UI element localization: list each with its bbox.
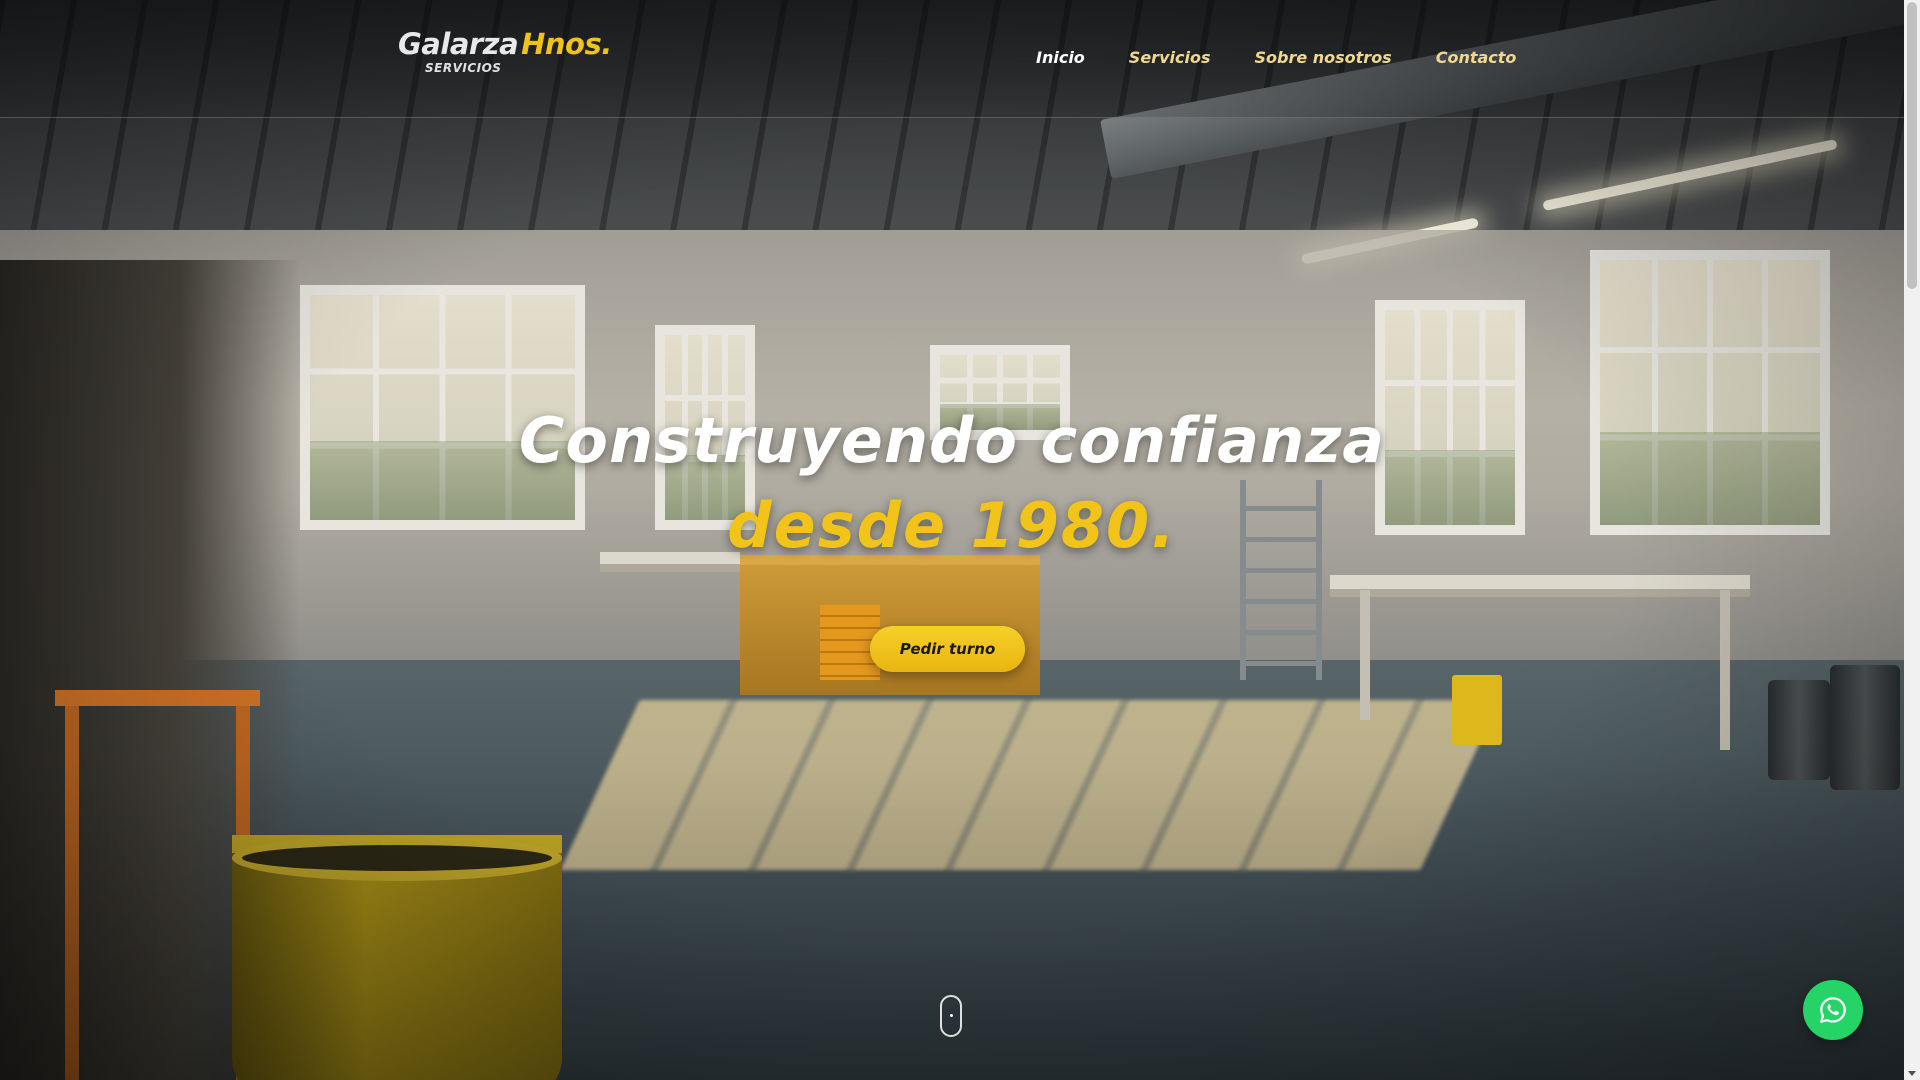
logo-name-part2: Hnos.	[521, 27, 612, 61]
scrollbar-thumb[interactable]	[1907, 2, 1917, 289]
pedir-turno-button[interactable]: Pedir turno	[870, 626, 1025, 672]
hero-heading: Construyendo confianza desde 1980.	[0, 400, 1904, 570]
nav-item-inicio[interactable]: Inicio	[1036, 48, 1085, 67]
site-header: Galarza Hnos. SERVICIOS Inicio Servicios …	[0, 0, 1904, 118]
nav-item-servicios[interactable]: Servicios	[1129, 48, 1211, 67]
page-scrollbar[interactable]	[1904, 0, 1920, 1080]
mouse-scroll-icon[interactable]	[940, 995, 962, 1037]
logo-wordmark: Galarza Hnos.	[398, 27, 612, 61]
main-nav: Inicio Servicios Sobre nosotros Contacto	[1036, 48, 1516, 67]
logo-name-part1: Galarza	[398, 27, 519, 61]
scroll-down-arrow-icon[interactable]	[1908, 1071, 1916, 1076]
nav-item-contacto[interactable]: Contacto	[1436, 48, 1517, 67]
logo-tagline: SERVICIOS	[425, 61, 502, 75]
whatsapp-icon	[1820, 997, 1846, 1023]
nav-item-sobre-nosotros[interactable]: Sobre nosotros	[1254, 48, 1391, 67]
scroll-dot	[950, 1014, 953, 1017]
brand-logo[interactable]: Galarza Hnos. SERVICIOS	[398, 27, 612, 82]
hero-title-line2: desde 1980.	[727, 489, 1177, 562]
whatsapp-button[interactable]	[1803, 980, 1863, 1040]
hero-title-line1: Construyendo confianza	[518, 404, 1386, 477]
